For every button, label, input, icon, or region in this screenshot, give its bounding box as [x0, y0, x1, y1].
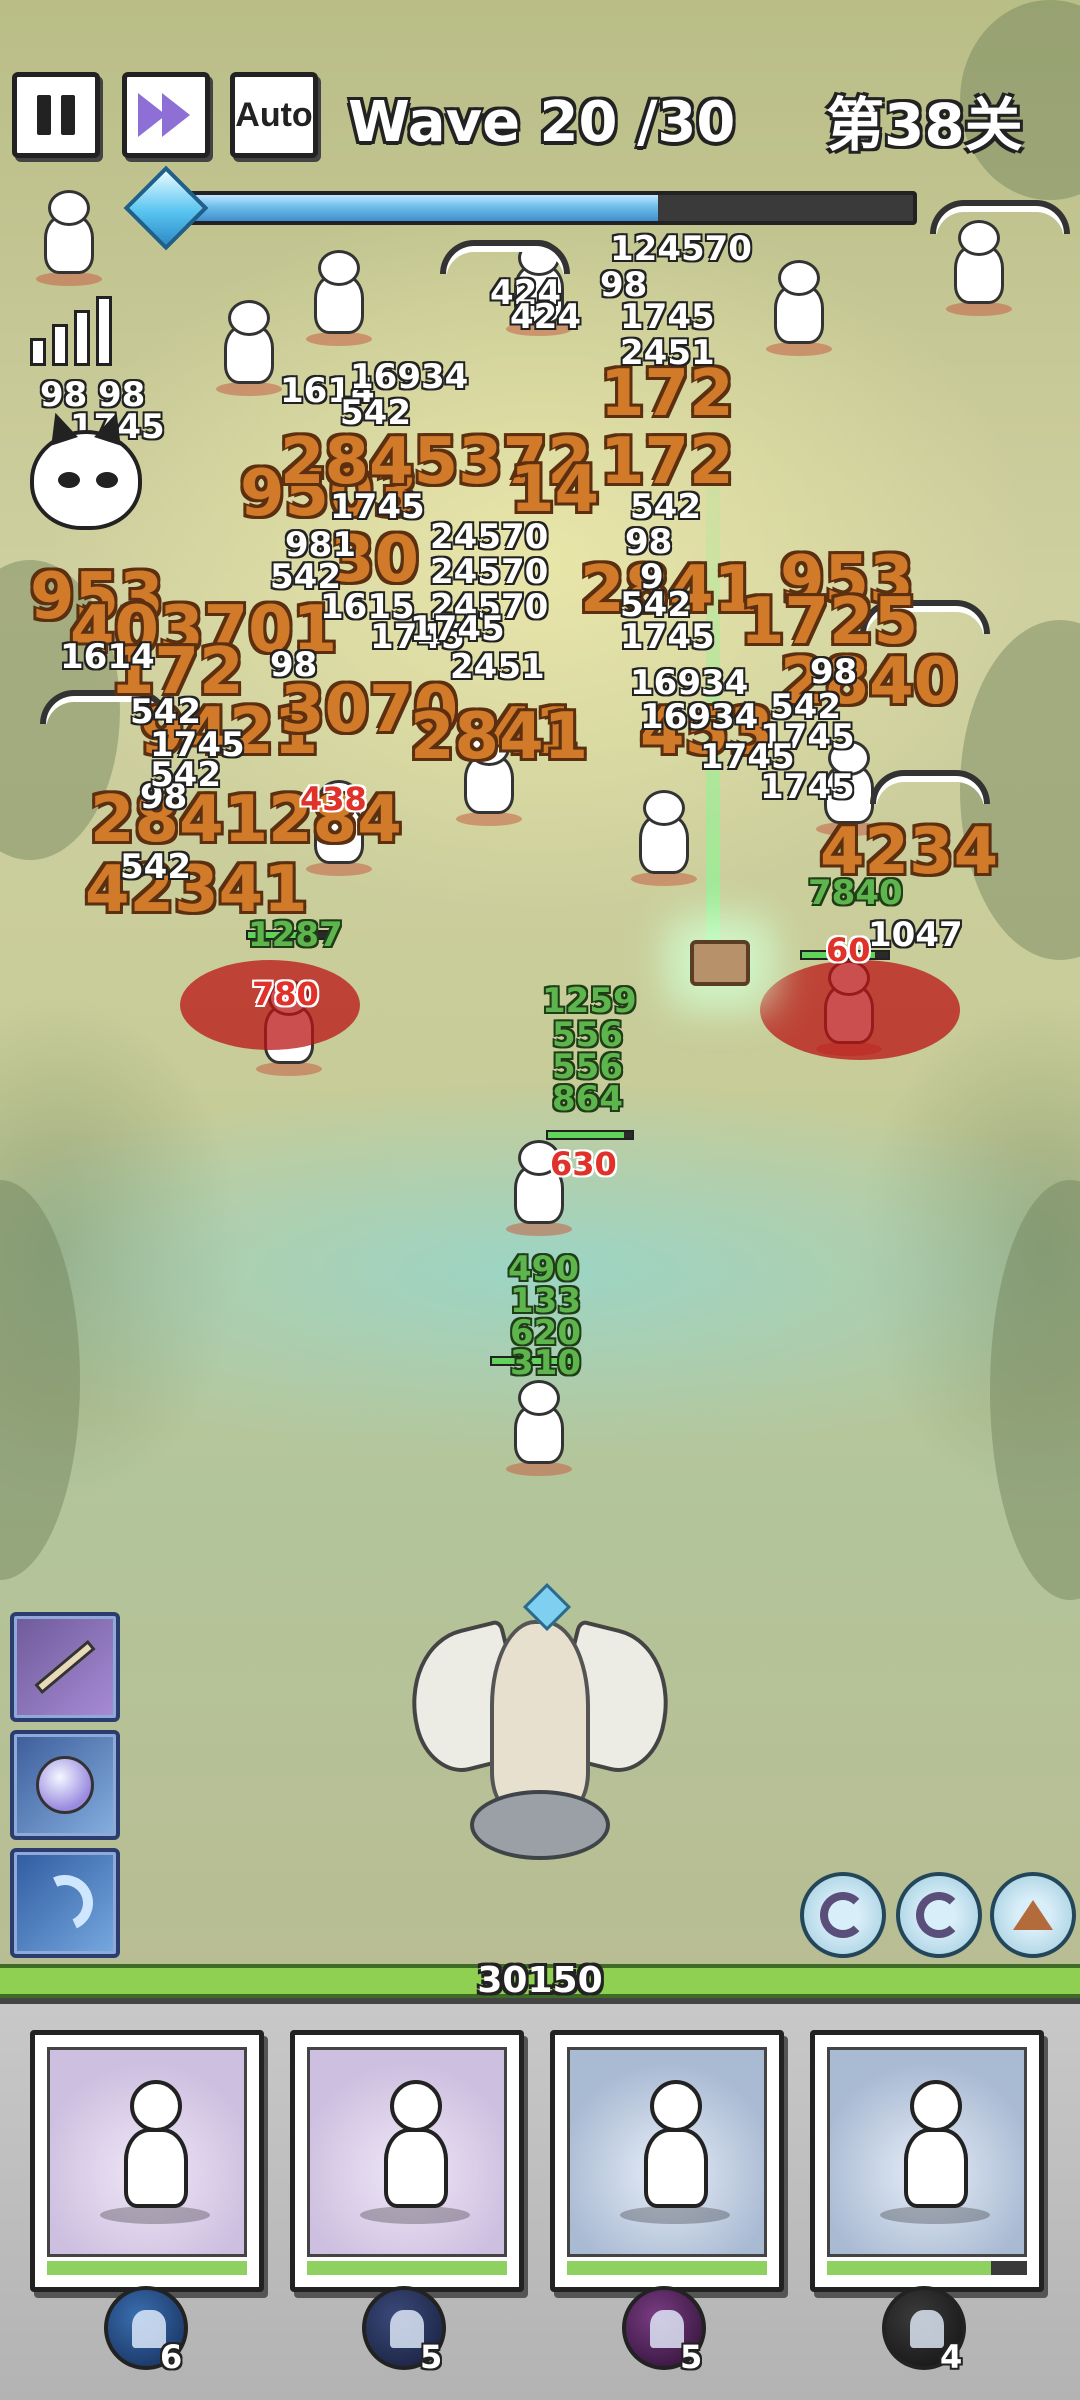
enemy-unit	[940, 220, 1018, 316]
heal-number: 1259	[542, 981, 637, 1021]
enemy-unit	[760, 260, 838, 356]
damage-number: 424	[510, 297, 581, 337]
heal-number: 7840	[808, 873, 903, 913]
damage-number: 98	[270, 645, 318, 685]
damage-number: 2841	[410, 700, 589, 774]
wave-progress-fill	[164, 195, 659, 221]
stats-icon[interactable]	[26, 286, 116, 366]
heal-number: 864	[552, 1079, 623, 1119]
ability-button-3[interactable]	[990, 1872, 1076, 1958]
heal-number: 310	[510, 1343, 581, 1383]
enemy-unit	[30, 190, 108, 286]
damage-number: 24570	[430, 517, 549, 557]
blood-splatter	[760, 960, 960, 1060]
damage-number: 1745	[410, 609, 505, 649]
card-count: 5	[680, 2338, 703, 2376]
damage-number: 2451	[450, 647, 545, 687]
heal-number: 1287	[248, 915, 343, 955]
vortex-ability-icon	[916, 1892, 962, 1938]
crystal-orb-skill-icon	[36, 1756, 94, 1814]
damage-number: 1745	[760, 767, 855, 807]
damage-number: 1745	[330, 487, 425, 527]
damage-number: 16934	[350, 357, 469, 397]
ability-button-2[interactable]	[896, 1872, 982, 1958]
battlefield: 953 403701 172 2841284 42341 9503 284537…	[0, 0, 1080, 1970]
hero-card-swordsman[interactable]	[290, 2030, 524, 2292]
wave-progress-bar	[160, 191, 917, 225]
swordsman-figure	[360, 2080, 470, 2230]
wave-counter: Wave 20 /30	[348, 90, 736, 155]
treasure-chest[interactable]	[690, 940, 750, 986]
level-title: 第38关	[826, 91, 1023, 159]
bush	[990, 1180, 1080, 1600]
upgrade-arrow-icon	[1013, 1900, 1053, 1930]
damage-number: 42341	[85, 853, 308, 927]
pause-icon	[32, 95, 80, 135]
card-count: 6	[160, 2338, 183, 2376]
damage-number: 24570	[430, 552, 549, 592]
boss-portrait	[30, 430, 142, 530]
fast-forward-icon	[138, 93, 190, 137]
ability-button-1[interactable]	[800, 1872, 886, 1958]
bush	[0, 1180, 80, 1580]
damage-number: 438	[300, 780, 367, 818]
hero-card-mage[interactable]	[550, 2030, 784, 2292]
beast-warrior-figure	[880, 2080, 990, 2230]
card-cooldown-bar	[827, 2261, 1027, 2275]
serpent-enemy	[930, 200, 1070, 234]
auto-label: Auto	[235, 95, 313, 134]
damage-number: 98	[810, 652, 858, 692]
orb-skill-slot[interactable]	[10, 1730, 120, 1840]
card-count: 4	[940, 2338, 963, 2376]
damage-number: 98	[625, 522, 673, 562]
hooded-archer-figure	[100, 2080, 210, 2230]
damage-number: 124570	[610, 229, 752, 269]
damage-number: 542	[120, 847, 191, 887]
card-cooldown-bar	[567, 2261, 767, 2275]
damage-number: 16934	[640, 697, 759, 737]
hero-card-archer[interactable]	[30, 2030, 264, 2292]
serpent-enemy	[440, 240, 570, 274]
vortex-ability-icon	[820, 1892, 866, 1938]
unit-hp-bar	[546, 1130, 634, 1140]
damage-number: 542	[150, 755, 221, 795]
damage-number: 1745	[620, 617, 715, 657]
hooded-mage-figure	[620, 2080, 730, 2230]
damage-number: 542	[130, 692, 201, 732]
damage-number: 780	[252, 975, 319, 1013]
guardian-tower	[394, 1582, 686, 1870]
damage-number: 14	[510, 453, 600, 527]
card-cooldown-bar	[47, 2261, 247, 2275]
damage-number: 2451	[620, 333, 715, 373]
damage-number: 60	[826, 931, 871, 969]
damage-number: 542	[630, 487, 701, 527]
pause-button[interactable]	[12, 72, 100, 158]
damage-number: 1745	[620, 297, 715, 337]
dagger-skill-icon	[34, 1639, 96, 1695]
damage-number: 542	[340, 393, 411, 433]
card-count: 5	[420, 2338, 443, 2376]
hook-skill-slot[interactable]	[10, 1848, 120, 1958]
dagger-skill-slot[interactable]	[10, 1612, 120, 1722]
damage-number: 1615	[320, 587, 415, 627]
damage-number: 16934	[630, 663, 749, 703]
archer-unit	[500, 1380, 578, 1476]
hero-card-beast[interactable]	[810, 2030, 1044, 2292]
enemy-unit	[300, 250, 378, 346]
base-hp-value: 30150	[477, 1960, 603, 2001]
damage-number: 9	[640, 557, 664, 597]
hook-skill-icon	[29, 1867, 101, 1939]
enemy-unit	[625, 790, 703, 886]
damage-number: 1047	[868, 915, 963, 955]
damage-number: 172	[600, 425, 734, 499]
damage-number: 1614	[60, 637, 155, 677]
fast-forward-button[interactable]	[122, 72, 210, 158]
enemy-unit	[210, 300, 288, 396]
serpent-enemy	[870, 770, 990, 804]
damage-number: 630	[550, 1145, 617, 1183]
card-cooldown-bar	[307, 2261, 507, 2275]
auto-button[interactable]: Auto	[230, 72, 318, 158]
damage-number: 542	[770, 687, 841, 727]
